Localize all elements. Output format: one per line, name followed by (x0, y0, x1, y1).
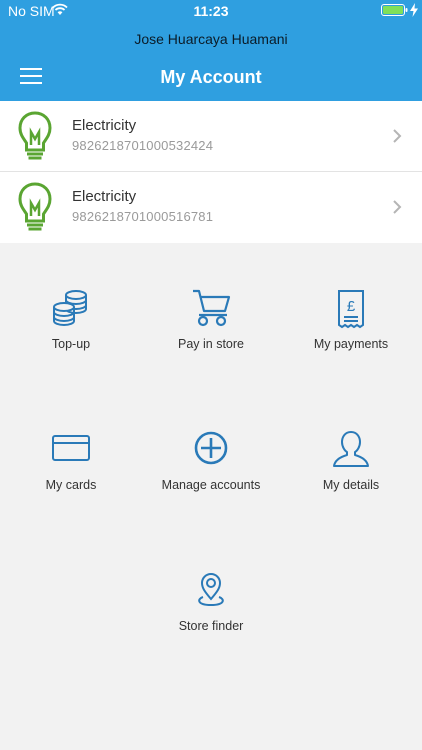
pay-in-store-tile[interactable]: Pay in store (141, 289, 281, 409)
my-cards-label: My cards (45, 478, 97, 492)
add-circle-icon (194, 431, 228, 465)
chevron-right-icon (393, 129, 402, 143)
svg-text:£: £ (347, 298, 356, 315)
account-type: Electricity (72, 188, 137, 205)
my-payments-label: My payments (313, 337, 389, 351)
user-profile-icon (333, 431, 369, 467)
app-header: No SIM 11:23 Jose Huarcaya Huamani My Ac… (0, 0, 422, 101)
coins-icon (53, 290, 87, 326)
page-title: My Account (160, 67, 262, 87)
account-number: 9826218701000532424 (72, 138, 214, 153)
lightbulb-icon (18, 111, 52, 160)
pay-in-store-label: Pay in store (177, 337, 244, 351)
my-details-label: My details (322, 478, 380, 492)
account-type: Electricity (72, 117, 137, 134)
topup-tile[interactable]: Top-up (1, 289, 141, 409)
status-time: 11:23 (193, 3, 229, 19)
account-row[interactable]: Electricity 9826218701000516781 (0, 172, 422, 243)
my-details-tile[interactable]: My details (281, 430, 421, 550)
status-bar: No SIM 11:23 (0, 0, 422, 22)
user-name: Jose Huarcaya Huamani (134, 31, 288, 47)
account-number: 9826218701000516781 (72, 209, 214, 224)
store-finder-label: Store finder (178, 619, 244, 633)
my-payments-tile[interactable]: £ My payments (281, 289, 421, 409)
store-finder-tile[interactable]: Store finder (141, 571, 281, 691)
charging-icon (410, 3, 418, 17)
lightbulb-icon (18, 182, 52, 231)
account-list: Electricity 9826218701000532424 Electric… (0, 101, 422, 243)
chevron-right-icon (393, 200, 402, 214)
credit-card-icon (52, 435, 90, 461)
battery-icon (381, 4, 408, 16)
my-cards-tile[interactable]: My cards (1, 430, 141, 550)
manage-accounts-tile[interactable]: Manage accounts (141, 430, 281, 550)
manage-accounts-label: Manage accounts (161, 478, 261, 492)
map-pin-icon (198, 572, 224, 607)
topup-label: Top-up (51, 337, 91, 351)
receipt-icon: £ (338, 290, 364, 329)
shopping-cart-icon (193, 289, 231, 327)
account-row[interactable]: Electricity 9826218701000532424 (0, 101, 422, 172)
